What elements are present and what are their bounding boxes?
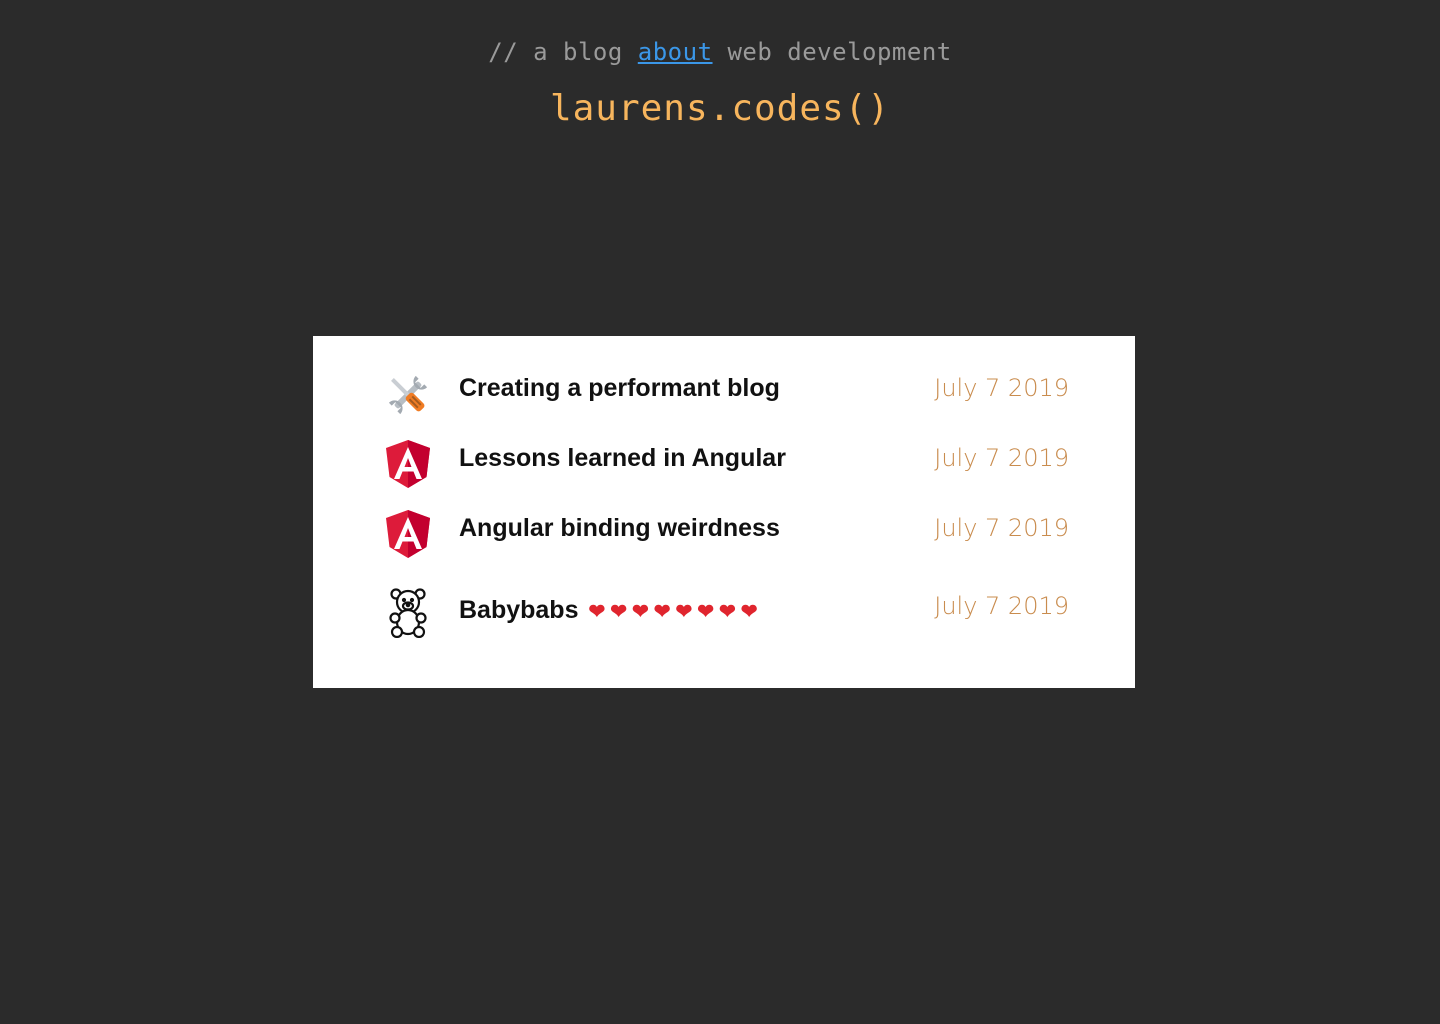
post-item[interactable]: Lessons learned in Angular July 7 2019 xyxy=(313,434,1135,494)
post-title: Babybabs ❤❤❤❤❤❤❤❤ xyxy=(459,596,763,625)
post-title: Lessons learned in Angular xyxy=(459,444,786,472)
post-item[interactable]: Babybabs ❤❤❤❤❤❤❤❤ July 7 2019 xyxy=(313,582,1135,642)
post-item[interactable]: Angular binding weirdness July 7 2019 xyxy=(313,504,1135,564)
hammer-and-wrench-icon xyxy=(383,370,433,420)
site-title[interactable]: laurens.codes() xyxy=(0,88,1440,129)
tagline-suffix: web development xyxy=(712,38,952,66)
post-list: Creating a performant blog July 7 2019 L… xyxy=(313,336,1135,688)
post-date: July 7 2019 xyxy=(934,444,1069,472)
post-date: July 7 2019 xyxy=(934,592,1069,620)
angular-icon xyxy=(383,440,433,490)
post-date: July 7 2019 xyxy=(934,374,1069,402)
hearts-icon: ❤❤❤❤❤❤❤❤ xyxy=(588,601,763,623)
post-title: Creating a performant blog xyxy=(459,374,780,402)
post-title-text: Babybabs xyxy=(459,596,579,624)
teddy-bear-icon xyxy=(383,588,433,638)
post-item[interactable]: Creating a performant blog July 7 2019 xyxy=(313,364,1135,424)
tagline-prefix: // a blog xyxy=(488,38,638,66)
tagline: // a blog about web development xyxy=(0,38,1440,66)
post-date: July 7 2019 xyxy=(934,514,1069,542)
angular-icon xyxy=(383,510,433,560)
about-link[interactable]: about xyxy=(638,38,713,66)
post-title: Angular binding weirdness xyxy=(459,514,780,542)
